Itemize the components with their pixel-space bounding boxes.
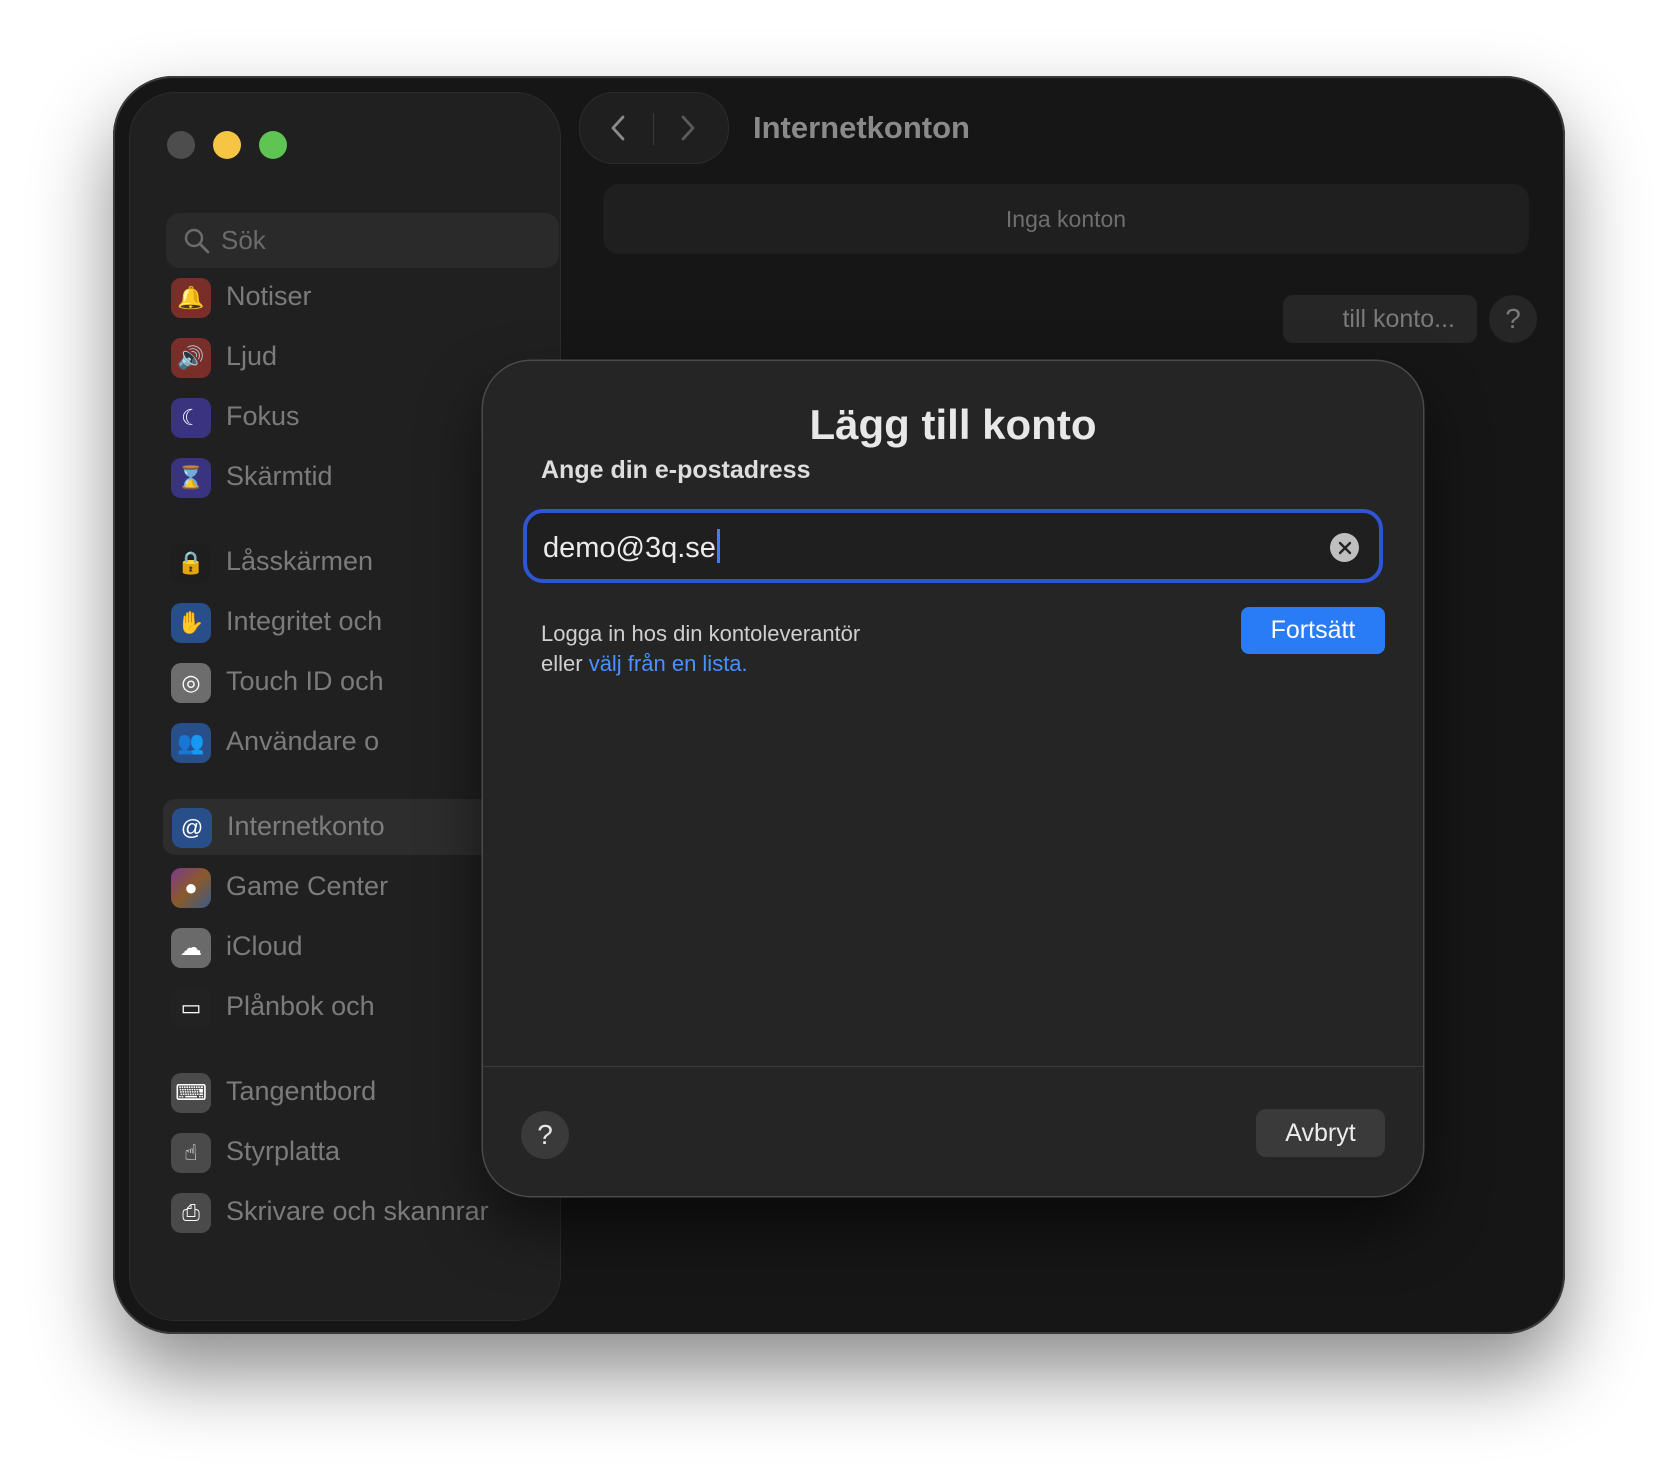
chevron-right-icon[interactable] bbox=[672, 113, 702, 143]
sidebar-item-label: iCloud bbox=[226, 931, 303, 961]
moon-icon: ☾ bbox=[171, 398, 211, 438]
add-account-dialog: Lägg till konto Ange din e-postadress de… bbox=[483, 361, 1423, 1196]
navigation-buttons bbox=[579, 92, 729, 164]
fingerprint-icon: ◎ bbox=[171, 663, 211, 703]
keyboard-icon: ⌨ bbox=[171, 1073, 211, 1113]
trackpad-icon: ☝ bbox=[171, 1133, 211, 1173]
sidebar-item-label: Fokus bbox=[226, 401, 300, 431]
continue-button[interactable]: Fortsätt bbox=[1241, 607, 1385, 654]
hand-icon: ✋ bbox=[171, 603, 211, 643]
sidebar-item-notiser[interactable]: 🔔 Notiser bbox=[162, 269, 552, 325]
helper-line-2: eller välj från en lista. bbox=[541, 651, 748, 676]
sidebar-item-label: Integritet och bbox=[226, 606, 383, 636]
bell-icon: 🔔 bbox=[171, 278, 211, 318]
at-sign-icon: @ bbox=[172, 808, 212, 848]
sidebar-item-ljud[interactable]: 🔊 Ljud bbox=[162, 329, 552, 385]
settings-window: Sök 🔔 Notiser 🔊 Ljud ☾ Fokus ⌛ Skärmtid … bbox=[113, 76, 1565, 1334]
helper-text: Logga in hos din kontoleverantör eller v… bbox=[541, 619, 860, 679]
email-field-value: demo@3q.se bbox=[543, 529, 720, 565]
clear-field-button[interactable] bbox=[1330, 533, 1359, 562]
cancel-button[interactable]: Avbryt bbox=[1256, 1109, 1385, 1157]
page-title: Internetkonton bbox=[753, 110, 970, 145]
sidebar-item-label: Plånbok och bbox=[226, 991, 375, 1021]
cloud-icon: ☁ bbox=[171, 928, 211, 968]
sidebar-item-label: Touch ID och bbox=[226, 666, 384, 696]
sidebar-item-label: Skärmtid bbox=[226, 461, 333, 491]
sidebar-item-label: Tangentbord bbox=[226, 1076, 377, 1106]
chevron-left-icon[interactable] bbox=[604, 113, 634, 143]
sidebar-item-label: Game Center bbox=[226, 871, 389, 901]
search-placeholder: Sök bbox=[221, 225, 266, 255]
email-field[interactable]: demo@3q.se bbox=[523, 509, 1383, 583]
users-icon: 👥 bbox=[171, 723, 211, 763]
printer-icon: ⎙ bbox=[171, 1193, 211, 1233]
hourglass-icon: ⌛ bbox=[171, 458, 211, 498]
add-account-button[interactable]: till konto... bbox=[1283, 295, 1477, 343]
dialog-help-button[interactable]: ? bbox=[521, 1111, 569, 1159]
helper-line-1: Logga in hos din kontoleverantör bbox=[541, 621, 861, 646]
text-caret bbox=[716, 529, 720, 563]
no-accounts-label: Inga konton bbox=[603, 184, 1529, 254]
dialog-subtitle: Ange din e-postadress bbox=[541, 456, 811, 484]
sidebar-item-label: Internetkonto bbox=[227, 811, 385, 841]
sidebar-item-label: Låsskärmen bbox=[226, 546, 374, 576]
nav-separator bbox=[653, 113, 654, 145]
lock-icon: 🔒 bbox=[171, 543, 211, 583]
sidebar-item-label: Notiser bbox=[226, 281, 312, 311]
dialog-title: Lägg till konto bbox=[809, 401, 1097, 448]
close-icon bbox=[1338, 541, 1351, 554]
search-field[interactable]: Sök bbox=[166, 213, 559, 268]
game-center-icon: ● bbox=[171, 868, 211, 908]
maximize-window-button[interactable] bbox=[259, 131, 287, 159]
sidebar-item-label: Användare o bbox=[226, 726, 380, 756]
search-icon bbox=[184, 228, 210, 254]
wallet-icon: ▭ bbox=[171, 988, 211, 1028]
sidebar-item-skrivare[interactable]: ⎙ Skrivare och skannrar bbox=[162, 1184, 552, 1240]
dialog-divider bbox=[483, 1066, 1423, 1067]
minimize-window-button[interactable] bbox=[213, 131, 241, 159]
help-button[interactable]: ? bbox=[1489, 295, 1537, 343]
speaker-icon: 🔊 bbox=[171, 338, 211, 378]
sidebar-item-label: Skrivare och skannrar bbox=[226, 1196, 489, 1226]
sidebar-item-label: Styrplatta bbox=[226, 1136, 341, 1166]
close-window-button[interactable] bbox=[167, 131, 195, 159]
choose-from-list-link[interactable]: välj från en lista. bbox=[589, 651, 748, 676]
sidebar-item-label: Ljud bbox=[226, 341, 278, 371]
